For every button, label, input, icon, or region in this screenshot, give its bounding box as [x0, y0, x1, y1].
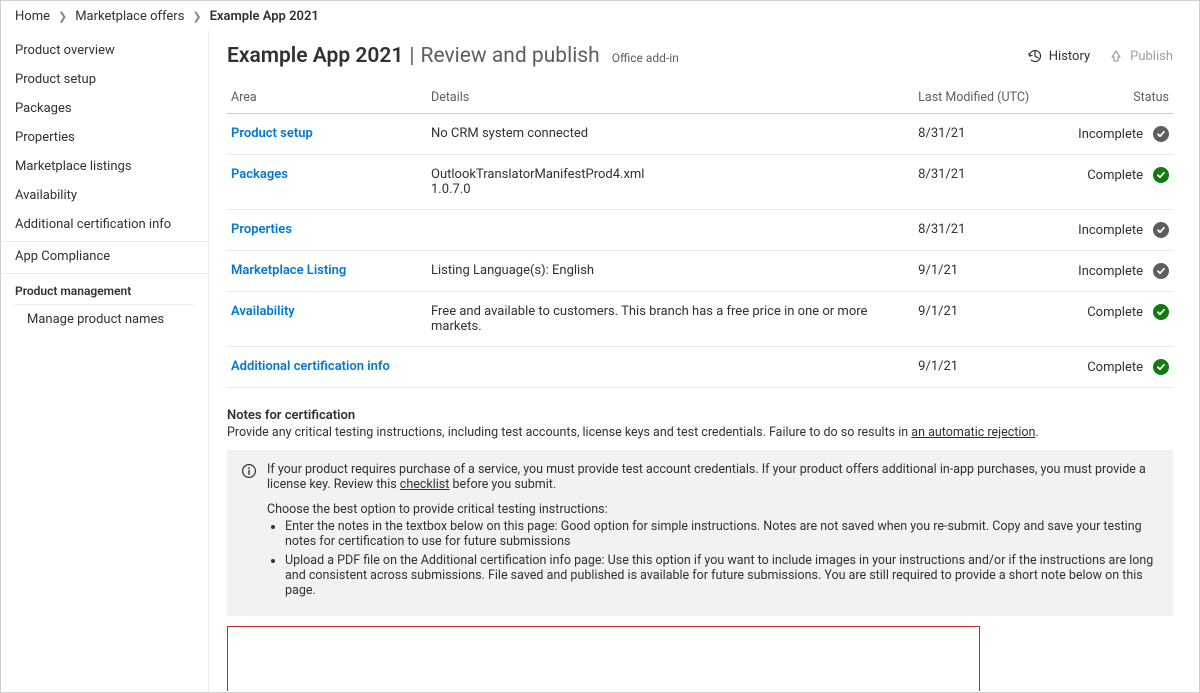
date-cell: 9/1/21	[914, 251, 1074, 292]
history-icon	[1027, 48, 1043, 64]
status-label: Incomplete	[1078, 264, 1143, 279]
notes-description: Provide any critical testing instruction…	[227, 425, 1173, 440]
area-link[interactable]: Packages	[231, 167, 288, 182]
sidebar-item-manage-product-names[interactable]: Manage product names	[1, 305, 208, 334]
checkmark-icon	[1153, 167, 1169, 183]
status-label: Complete	[1087, 305, 1143, 320]
area-link[interactable]: Additional certification info	[231, 359, 390, 374]
status-label: Complete	[1087, 360, 1143, 375]
breadcrumb-current: Example App 2021	[210, 9, 319, 24]
date-cell: 8/31/21	[914, 210, 1074, 251]
details-cell	[427, 347, 914, 388]
info-icon	[241, 463, 257, 483]
details-cell: OutlookTranslatorManifestProd4.xml1.0.7.…	[427, 155, 914, 210]
date-cell: 8/31/21	[914, 155, 1074, 210]
details-cell	[427, 210, 914, 251]
date-cell: 9/1/21	[914, 347, 1074, 388]
table-row: Properties 8/31/21 Incomplete	[227, 210, 1173, 251]
sidebar: Product overview Product setup Packages …	[1, 30, 209, 691]
publish-button-top: Publish	[1108, 48, 1173, 64]
notes-choose-heading: Choose the best option to provide critic…	[267, 502, 1159, 517]
sidebar-header-product-management: Product management	[1, 274, 208, 304]
col-header-status: Status	[1074, 86, 1173, 114]
details-cell: Listing Language(s): English	[427, 251, 914, 292]
col-header-area: Area	[227, 86, 427, 114]
status-cell: Complete	[1074, 155, 1173, 210]
sidebar-item-product-setup[interactable]: Product setup	[1, 65, 208, 94]
checklist-link[interactable]: checklist	[400, 477, 450, 492]
area-link[interactable]: Properties	[231, 222, 292, 237]
publish-icon	[1108, 48, 1124, 64]
additional-cert-info-link[interactable]: Additional certification info	[421, 553, 571, 568]
sidebar-item-properties[interactable]: Properties	[1, 123, 208, 152]
table-row: Product setup No CRM system connected8/31…	[227, 114, 1173, 155]
area-link[interactable]: Product setup	[231, 126, 313, 141]
breadcrumb: Home ❯ Marketplace offers ❯ Example App …	[1, 1, 1199, 30]
chevron-right-icon: ❯	[192, 10, 201, 23]
date-cell: 8/31/21	[914, 114, 1074, 155]
checkmark-icon	[1153, 263, 1169, 279]
status-cell: Incomplete	[1074, 251, 1173, 292]
page-subtitle: Office add-in	[612, 51, 679, 65]
history-label: History	[1049, 49, 1090, 64]
col-header-date: Last Modified (UTC)	[914, 86, 1074, 114]
status-label: Incomplete	[1078, 223, 1143, 238]
status-cell: Complete	[1074, 292, 1173, 347]
publish-label-top: Publish	[1130, 49, 1173, 64]
details-cell: Free and available to customers. This br…	[427, 292, 914, 347]
checkmark-icon	[1153, 126, 1169, 142]
checkmark-icon	[1153, 304, 1169, 320]
notes-option-1: Enter the notes in the textbox below on …	[285, 519, 1159, 549]
col-header-details: Details	[427, 86, 914, 114]
notes-textarea[interactable]	[227, 626, 980, 691]
notes-info-box: If your product requires purchase of a s…	[227, 450, 1173, 616]
status-cell: Complete	[1074, 347, 1173, 388]
status-cell: Incomplete	[1074, 210, 1173, 251]
review-table: Area Details Last Modified (UTC) Status …	[227, 86, 1173, 388]
table-row: Marketplace Listing Listing Language(s): …	[227, 251, 1173, 292]
table-row: Packages OutlookTranslatorManifestProd4.x…	[227, 155, 1173, 210]
notes-title: Notes for certification	[227, 408, 1173, 423]
area-link[interactable]: Availability	[231, 304, 295, 319]
status-label: Complete	[1087, 168, 1143, 183]
chevron-right-icon: ❯	[58, 10, 67, 23]
title-separator: |	[409, 44, 414, 68]
sidebar-item-availability[interactable]: Availability	[1, 181, 208, 210]
sidebar-item-app-compliance[interactable]: App Compliance	[1, 242, 208, 271]
status-cell: Incomplete	[1074, 114, 1173, 155]
details-cell: No CRM system connected	[427, 114, 914, 155]
history-button[interactable]: History	[1027, 48, 1090, 64]
checkmark-icon	[1153, 359, 1169, 375]
sidebar-item-product-overview[interactable]: Product overview	[1, 36, 208, 65]
date-cell: 9/1/21	[914, 292, 1074, 347]
status-label: Incomplete	[1078, 127, 1143, 142]
notes-option-2: Upload a PDF file on the Additional cert…	[285, 553, 1159, 598]
table-row: Availability Free and available to custom…	[227, 292, 1173, 347]
page-title-app: Example App 2021	[227, 44, 403, 68]
automatic-rejection-link[interactable]: an automatic rejection	[911, 425, 1035, 440]
checkmark-icon	[1153, 222, 1169, 238]
area-link[interactable]: Marketplace Listing	[231, 263, 346, 278]
breadcrumb-home[interactable]: Home	[15, 9, 50, 24]
page-title-section: Review and publish	[421, 44, 600, 68]
table-row: Additional certification info 9/1/21 Compl…	[227, 347, 1173, 388]
sidebar-item-additional-certification-info[interactable]: Additional certification info	[1, 210, 208, 239]
breadcrumb-offers[interactable]: Marketplace offers	[75, 9, 184, 24]
sidebar-item-marketplace-listings[interactable]: Marketplace listings	[1, 152, 208, 181]
main-content: Example App 2021 | Review and publish Of…	[209, 30, 1199, 691]
sidebar-item-packages[interactable]: Packages	[1, 94, 208, 123]
